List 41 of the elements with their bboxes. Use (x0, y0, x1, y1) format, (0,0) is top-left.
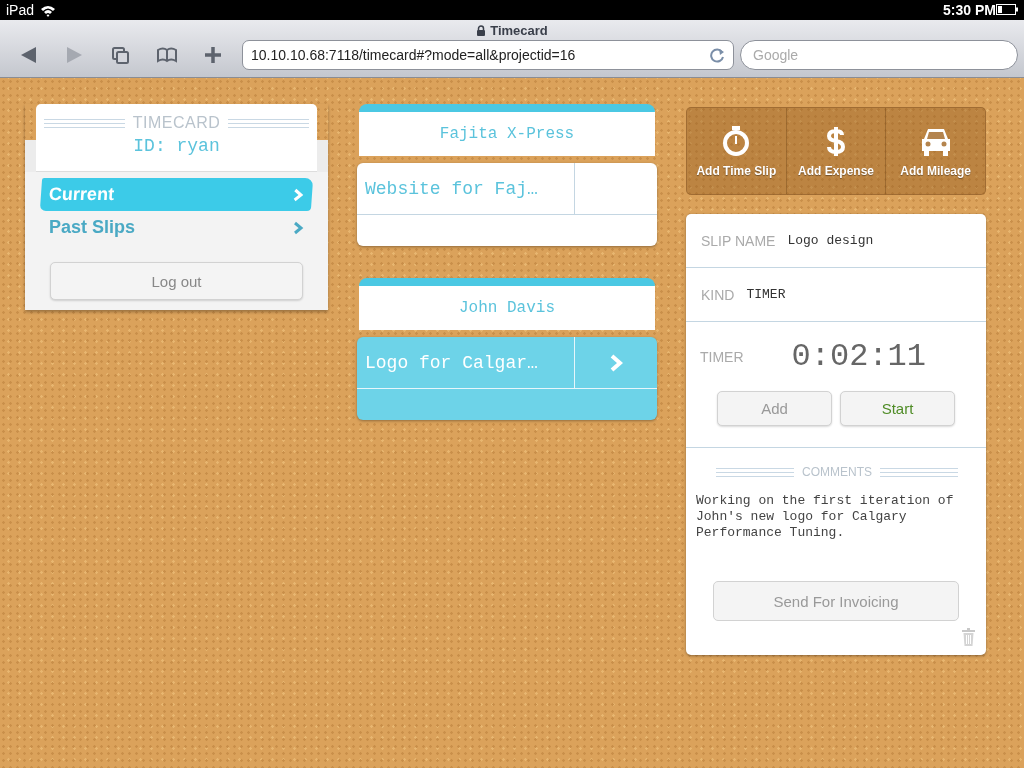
project-row[interactable]: Logo for Calgar… (357, 337, 657, 420)
book-icon[interactable] (157, 46, 177, 64)
wifi-icon (40, 3, 57, 17)
menu-item[interactable]: Current (39, 178, 314, 211)
comments-text: Working on the first iteration of John's new logo for Calgary Performance Tuning. (696, 493, 954, 542)
address-field[interactable]: 10.10.10.68:7118/timecard#?mode=all&projectid=16 (242, 40, 734, 70)
send-button[interactable]: Send For Invoicing (713, 581, 959, 621)
back-icon[interactable] (19, 46, 39, 64)
add-button[interactable]: Add (717, 391, 832, 426)
timecard-title: TIMECARD (132, 114, 221, 132)
reload-icon[interactable] (710, 47, 725, 63)
project-row[interactable]: Website for Faj… (357, 163, 657, 246)
pages-icon[interactable] (111, 46, 131, 64)
action-button[interactable]: Add Mileage (886, 108, 985, 194)
status-time: 5:30 PM (943, 2, 996, 18)
action-button[interactable]: Add Time Slip (687, 108, 787, 194)
project-name: Logo for Calgar… (357, 337, 575, 388)
timer-value: 0:02:11 (791, 338, 926, 375)
field-label: KIND (701, 286, 735, 303)
user-id: ID: ryan (133, 136, 220, 156)
comments-title: COMMENTS (802, 465, 872, 479)
project-name: Website for Faj… (357, 163, 575, 214)
client-header: John Davis (359, 278, 655, 330)
menu-item[interactable]: Past Slips (41, 211, 312, 244)
field-label: SLIP NAME (701, 232, 776, 249)
start-button[interactable]: Start (840, 391, 955, 426)
field-label: TIMER (700, 348, 744, 365)
client-header: Fajita X-Press (359, 104, 655, 156)
search-field[interactable]: Google (740, 40, 1018, 70)
logout-button[interactable]: Log out (50, 262, 303, 300)
battery-icon (996, 4, 1018, 15)
carrier-label: iPad (6, 2, 35, 18)
action-button[interactable]: Add Expense (786, 108, 887, 194)
field-value: Logo design (787, 233, 874, 248)
chevron-icon (292, 187, 305, 202)
page-title: Timecard (490, 22, 548, 38)
stopwatch-icon (721, 124, 752, 158)
plus-icon[interactable] (203, 46, 223, 64)
chevron-icon (293, 220, 304, 235)
field-value: TIMER (746, 287, 786, 302)
chevron-icon (609, 352, 623, 373)
